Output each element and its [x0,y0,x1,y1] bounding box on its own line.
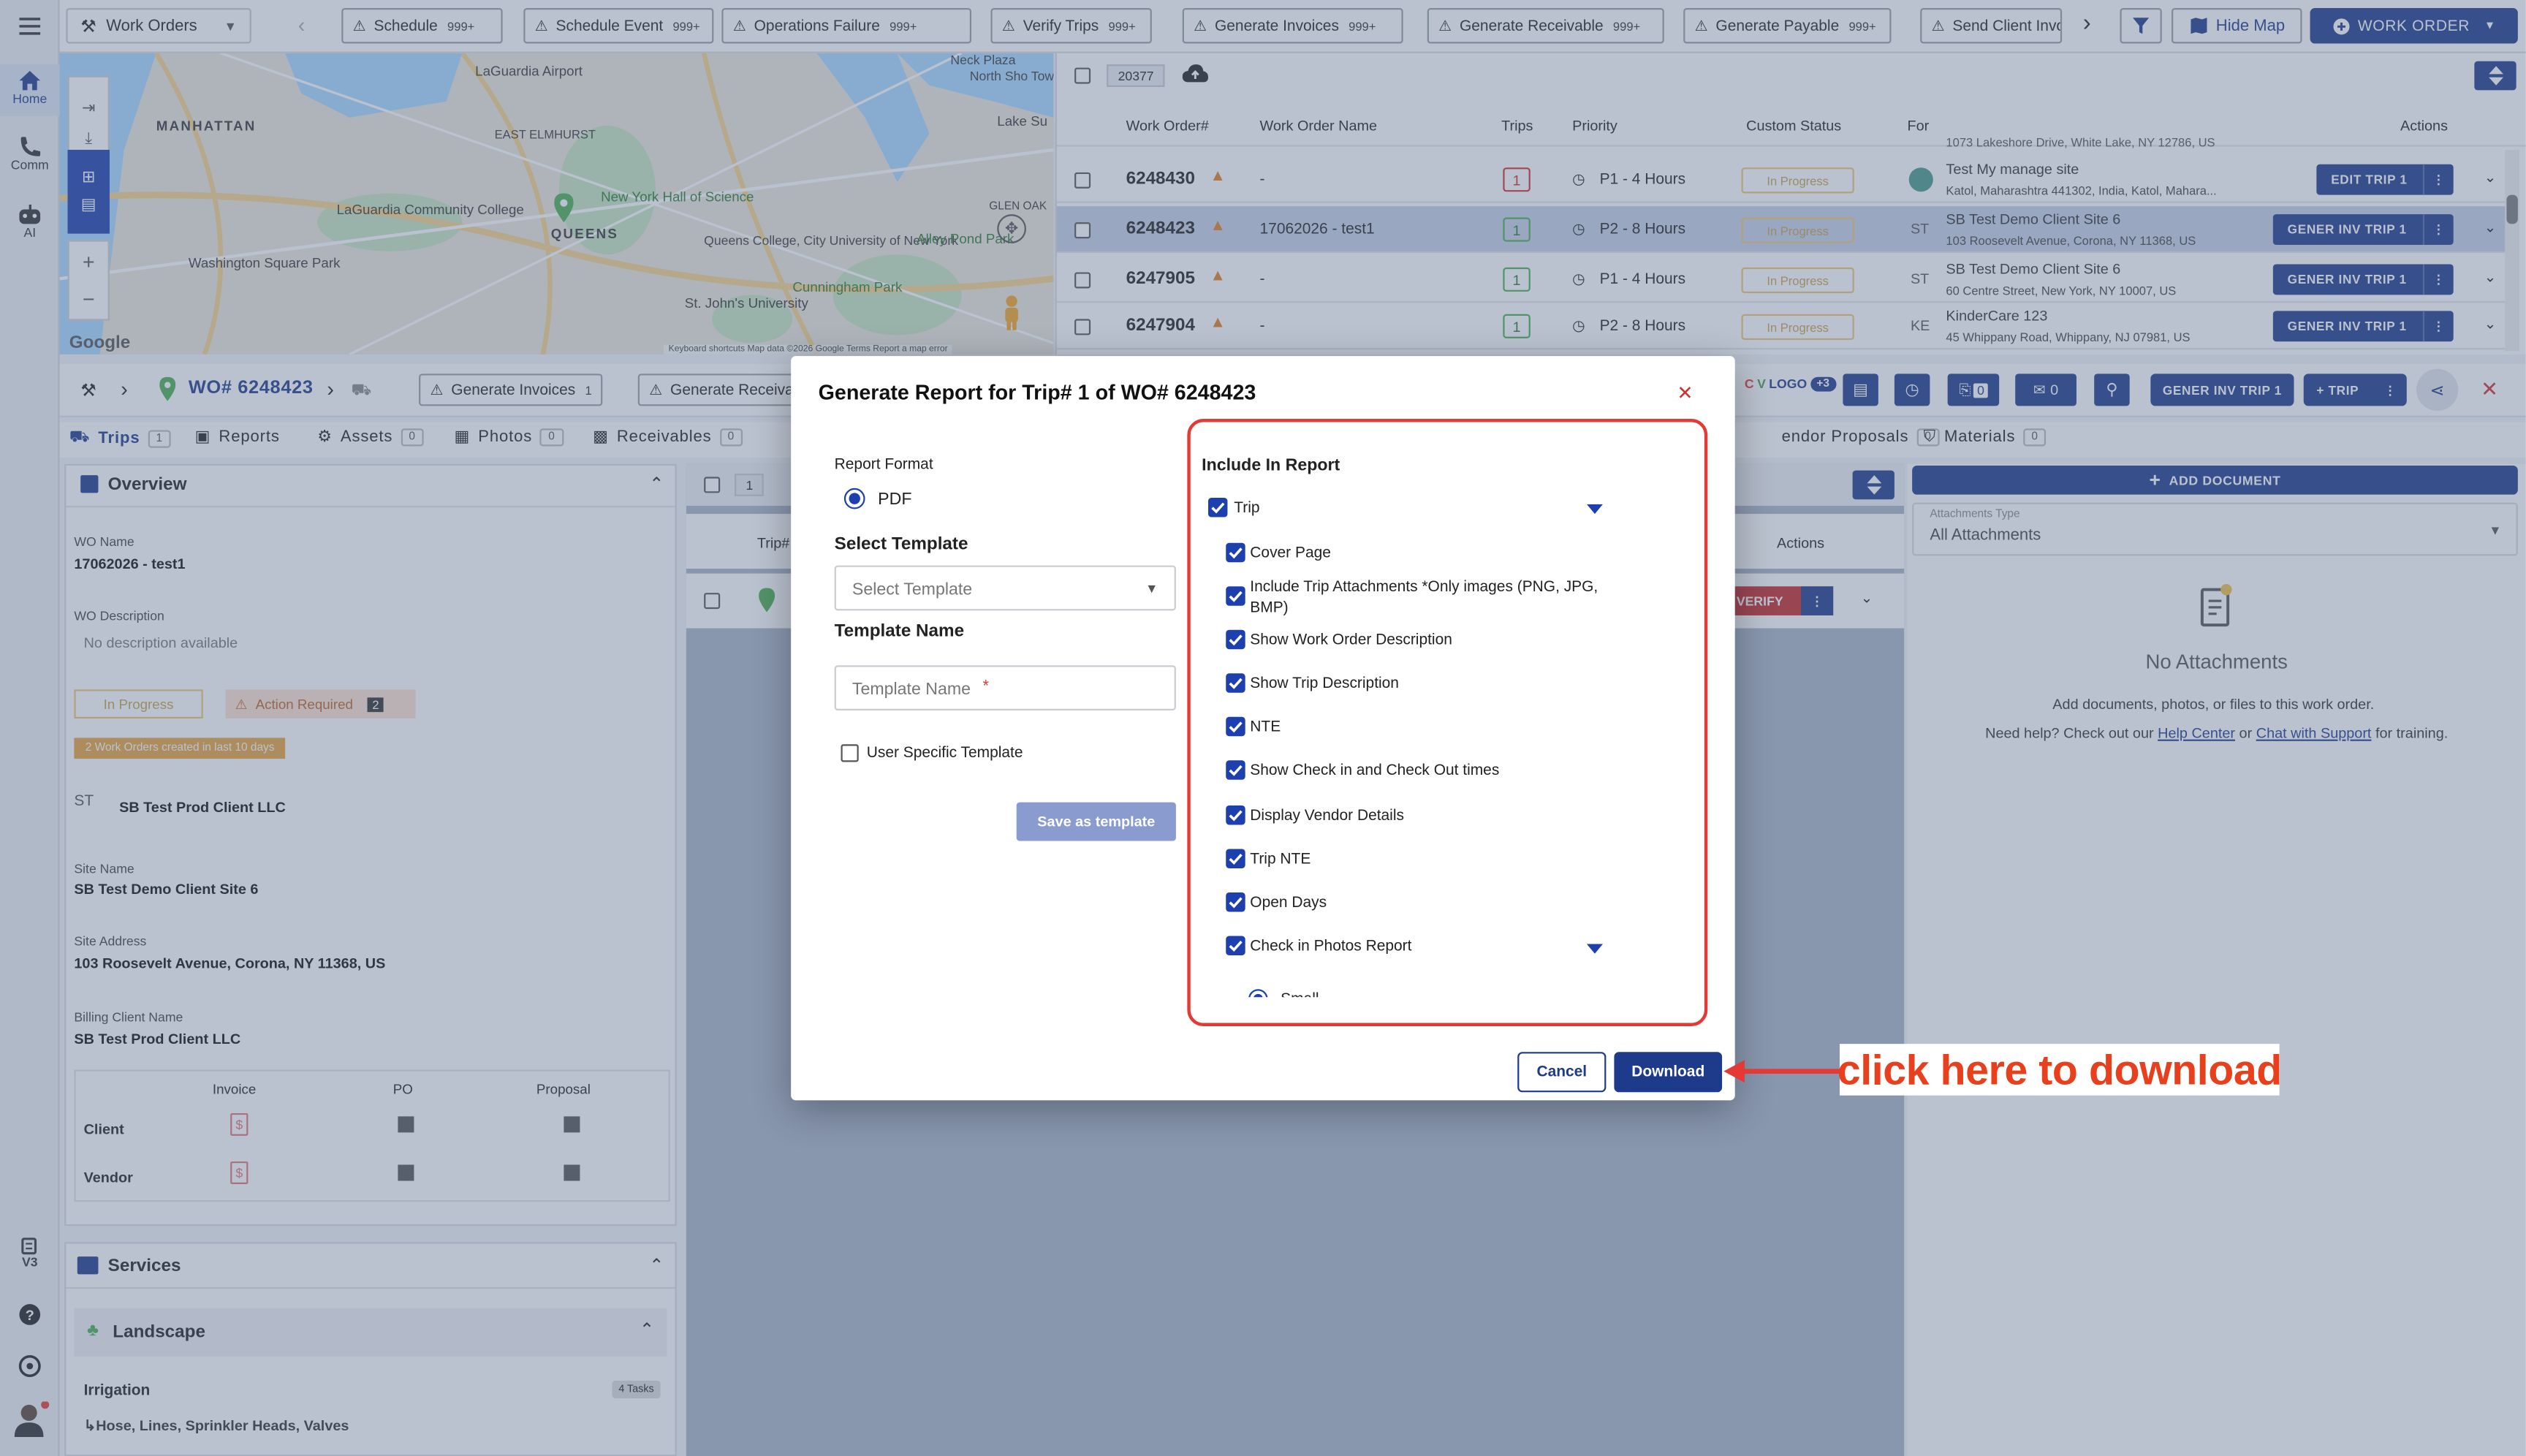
download-button[interactable]: Download [1614,1052,1723,1093]
pdf-label: PDF [878,488,912,509]
arrow-icon [1723,1060,1843,1083]
checkbox-empty-icon [841,744,859,762]
close-icon[interactable]: ✕ [1677,382,1693,404]
modal-title: Generate Report for Trip# 1 of WO# 62484… [818,380,1256,405]
cancel-button[interactable]: Cancel [1517,1052,1607,1093]
save-template-button[interactable]: Save as template [1016,802,1176,841]
pdf-radio[interactable]: PDF [843,488,912,509]
report-format-label: Report Format [834,455,933,474]
chevron-down-icon: ▼ [1145,581,1158,596]
template-name-input[interactable]: Template Name * [834,665,1176,710]
select-template-placeholder: Select Template [852,580,973,599]
user-specific-checkbox[interactable]: User Specific Template [841,744,1023,762]
highlight-box [1187,419,1708,1026]
select-template-dropdown[interactable]: Select Template ▼ [834,565,1176,611]
select-template-label: Select Template [834,534,968,555]
template-name-placeholder: Template Name [852,680,971,699]
template-name-label: Template Name [834,621,965,642]
required-star: * [982,678,990,697]
radio-selected-icon [843,488,865,509]
annotation-label: click here to download [1837,1044,2282,1096]
user-specific-label: User Specific Template [866,744,1023,762]
